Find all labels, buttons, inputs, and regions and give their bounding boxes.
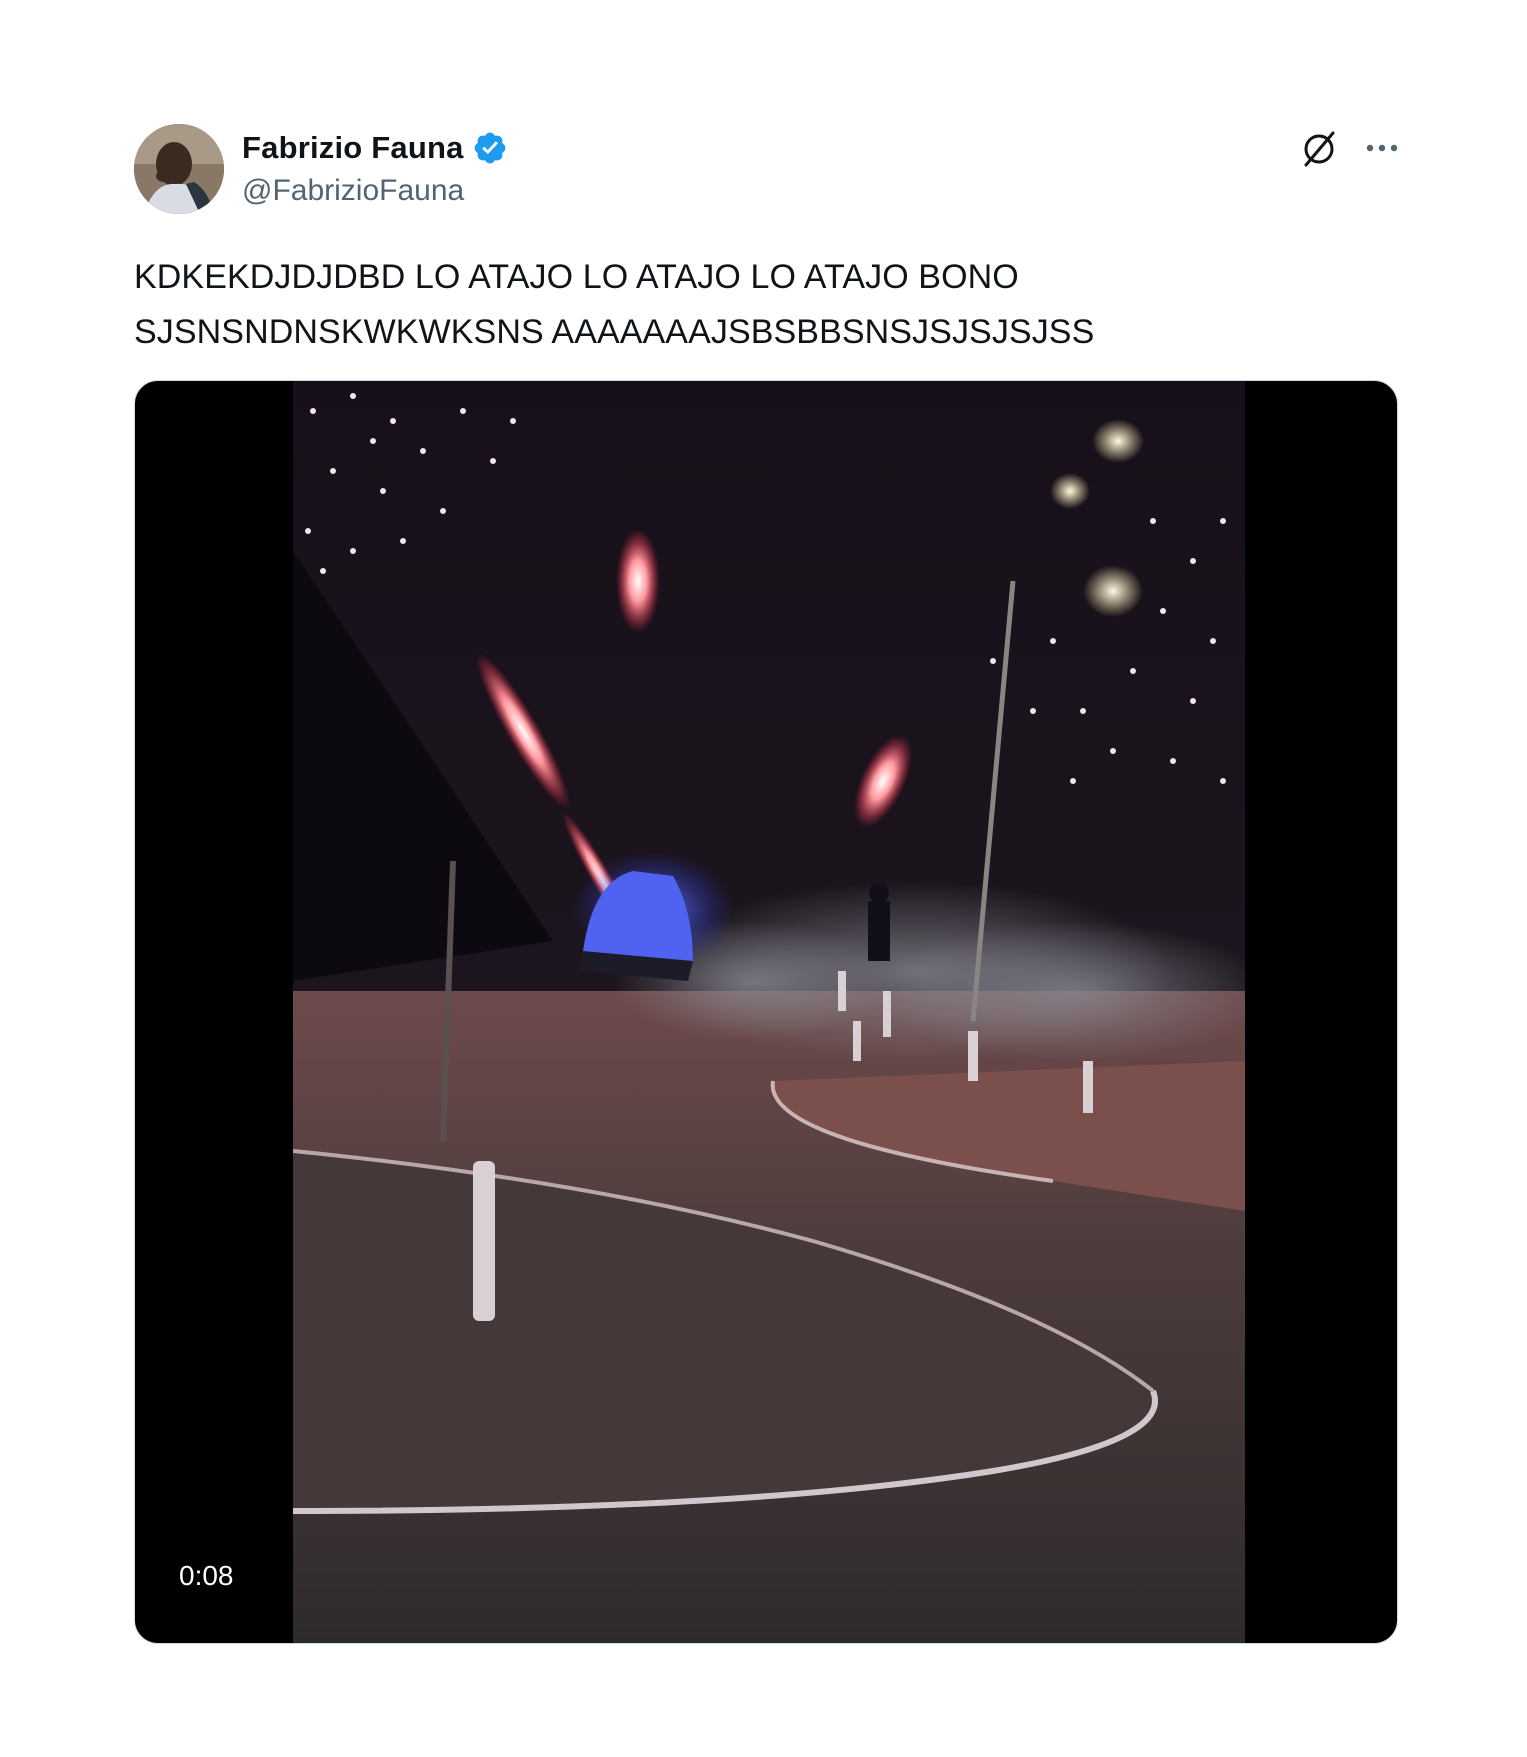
avatar[interactable] xyxy=(134,124,224,214)
verified-badge-icon xyxy=(474,132,505,164)
video-duration: 0:08 xyxy=(171,1558,242,1594)
author-name-row[interactable]: Fabrizio Fauna xyxy=(242,128,508,168)
tweet-text: KDKEKDJDJDBD LO ATAJO LO ATAJO LO ATAJO … xyxy=(134,258,1095,351)
more-icon[interactable] xyxy=(1362,130,1402,166)
video-thumbnail xyxy=(293,381,1245,1643)
author-display-name[interactable]: Fabrizio Fauna xyxy=(242,130,464,166)
grok-icon[interactable] xyxy=(1298,128,1340,170)
tweet: Fabrizio Fauna @FabrizioFauna KDKEKDJDJD… xyxy=(0,0,1527,1757)
author-handle[interactable]: @FabrizioFauna xyxy=(242,174,464,208)
video-player[interactable]: 0:08 xyxy=(134,380,1398,1644)
